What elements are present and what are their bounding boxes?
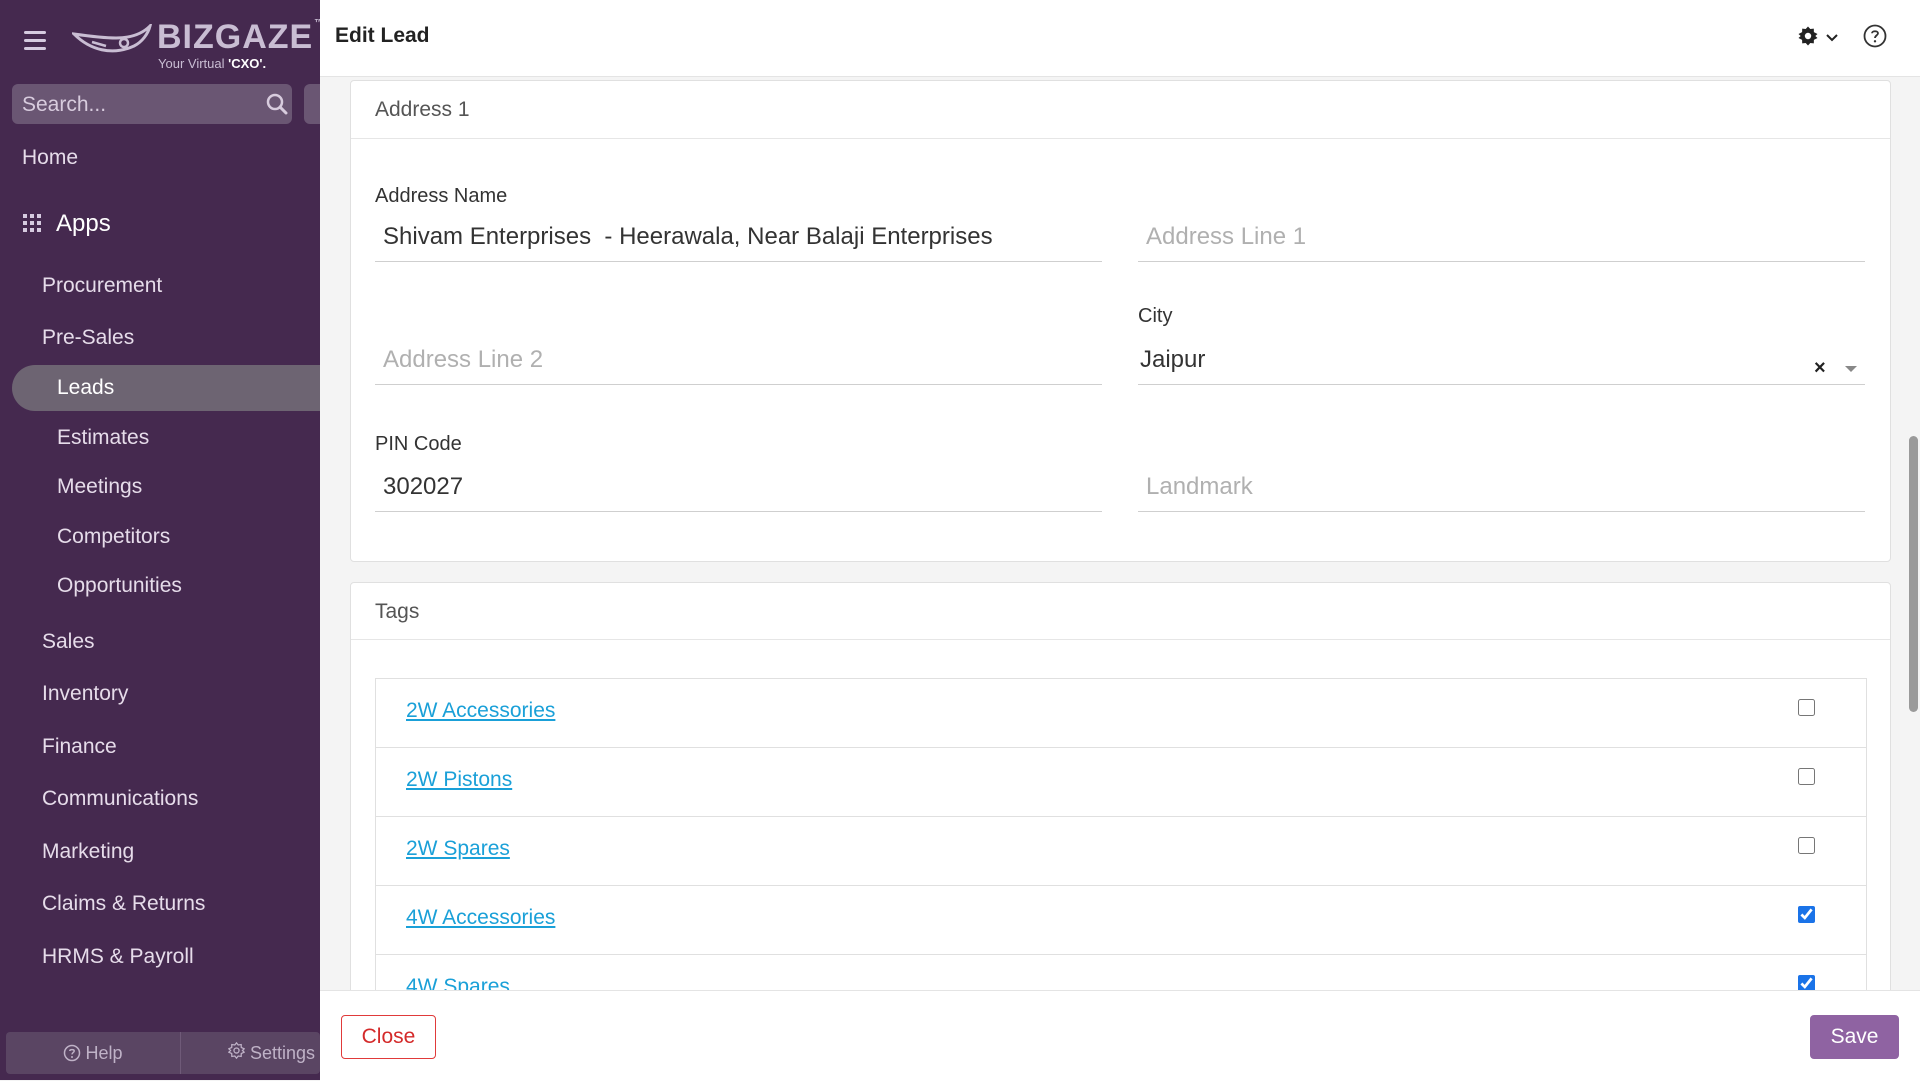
logo-tagline: Your Virtual 'CXO'. <box>158 56 267 71</box>
edit-lead-panel: Edit Lead Address 1 Address Name City Ja… <box>320 0 1920 1081</box>
tag-link[interactable]: 4W Accessories <box>406 906 555 930</box>
gear-icon <box>228 1042 245 1059</box>
tag-checkbox[interactable] <box>1798 906 1815 923</box>
sidebar-item-home[interactable]: Home <box>22 146 78 170</box>
address-name-label: Address Name <box>375 185 508 207</box>
help-button[interactable]: Help <box>6 1032 181 1074</box>
tag-checkbox[interactable] <box>1798 837 1815 854</box>
panel-header: Edit Lead <box>320 0 1920 77</box>
logo-bird-icon <box>72 24 152 53</box>
apps-grid-icon <box>23 213 41 232</box>
save-button[interactable]: Save <box>1810 1015 1899 1059</box>
sidebar-item-label: Apps <box>56 210 111 237</box>
section-divider <box>351 138 1890 139</box>
tag-row: 4W Accessories <box>376 886 1866 955</box>
tags-section-title: Tags <box>375 600 420 623</box>
sidebar-item-meetings[interactable]: Meetings <box>57 475 142 499</box>
sidebar-item-label: Leads <box>57 376 115 399</box>
address-line2-field[interactable] <box>375 335 1102 385</box>
tag-checkbox[interactable] <box>1798 699 1815 716</box>
sidebar-item-opportunities[interactable]: Opportunities <box>57 574 182 598</box>
sidebar-item-sales[interactable]: Sales <box>42 630 95 654</box>
address-line1-field[interactable] <box>1138 212 1865 262</box>
page-title: Edit Lead <box>335 24 430 47</box>
sidebar-item-finance[interactable]: Finance <box>42 735 117 759</box>
sidebar-search <box>12 84 292 126</box>
sidebar-item-apps[interactable]: Apps <box>22 210 111 238</box>
landmark-field[interactable] <box>1138 462 1865 512</box>
search-toggle[interactable] <box>304 84 320 124</box>
city-select-value: Jaipur <box>1140 346 1206 373</box>
brand-logo[interactable]: BIZGAZE™ Your Virtual 'CXO'. <box>72 16 320 71</box>
settings-menu-button[interactable] <box>1798 26 1839 51</box>
tag-row: 2W Pistons <box>376 748 1866 817</box>
caret-down-icon[interactable] <box>1845 366 1857 372</box>
city-select[interactable]: Jaipur <box>1138 335 1865 385</box>
tag-row: 2W Spares <box>376 817 1866 886</box>
sidebar-item-competitors[interactable]: Competitors <box>57 525 170 549</box>
tag-link[interactable]: 2W Spares <box>406 837 510 861</box>
tag-row: 2W Accessories <box>376 679 1866 748</box>
address-name-field[interactable] <box>375 212 1102 262</box>
scrollbar-thumb[interactable] <box>1909 436 1918 712</box>
sidebar-header: BIZGAZE™ Your Virtual 'CXO'. <box>0 0 320 80</box>
help-circle-icon[interactable] <box>1863 24 1887 48</box>
chevron-down-icon <box>1826 34 1839 42</box>
sidebar-item-pre-sales[interactable]: Pre-Sales <box>42 326 134 350</box>
tag-link[interactable]: 2W Pistons <box>406 768 512 792</box>
sidebar-item-communications[interactable]: Communications <box>42 787 198 811</box>
sidebar-item-inventory[interactable]: Inventory <box>42 682 128 706</box>
section-divider <box>351 639 1890 640</box>
settings-button[interactable]: Settings <box>182 1032 320 1074</box>
tags-list: 2W Accessories 2W Pistons 2W Spares 4W Acce… <box>375 678 1867 1024</box>
sidebar-item-procurement[interactable]: Procurement <box>42 274 162 298</box>
sidebar-item-hrms-payroll[interactable]: HRMS & Payroll <box>42 945 194 969</box>
address-section-title: Address 1 <box>375 98 470 121</box>
panel-footer: Close Save <box>320 990 1920 1081</box>
search-icon[interactable] <box>266 93 288 115</box>
sidebar: BIZGAZE™ Your Virtual 'CXO'. Home Apps P… <box>0 0 320 1080</box>
search-input[interactable] <box>20 84 254 126</box>
tag-link[interactable]: 2W Accessories <box>406 699 555 723</box>
logo-wordmark: BIZGAZE™ <box>157 18 320 56</box>
sidebar-item-estimates[interactable]: Estimates <box>57 426 149 450</box>
sidebar-item-marketing[interactable]: Marketing <box>42 840 134 864</box>
tag-checkbox[interactable] <box>1798 768 1815 785</box>
sidebar-footer: Help Settings <box>6 1032 320 1074</box>
tags-card: Tags 2W Accessories 2W Pistons 2W Spares 4W… <box>350 582 1891 1024</box>
close-button[interactable]: Close <box>341 1015 436 1059</box>
sidebar-item-claims-returns[interactable]: Claims & Returns <box>42 892 205 916</box>
pin-code-label: PIN Code <box>375 433 462 455</box>
city-label: City <box>1138 305 1173 327</box>
sidebar-item-leads[interactable]: Leads <box>12 365 320 411</box>
pin-code-field[interactable] <box>375 462 1102 512</box>
gear-icon <box>1798 26 1818 46</box>
clear-icon[interactable]: × <box>1814 357 1826 380</box>
address-card: Address 1 Address Name City Jaipur × PIN… <box>350 80 1891 562</box>
help-circle-icon <box>64 1044 81 1061</box>
hamburger-icon[interactable] <box>24 31 46 51</box>
